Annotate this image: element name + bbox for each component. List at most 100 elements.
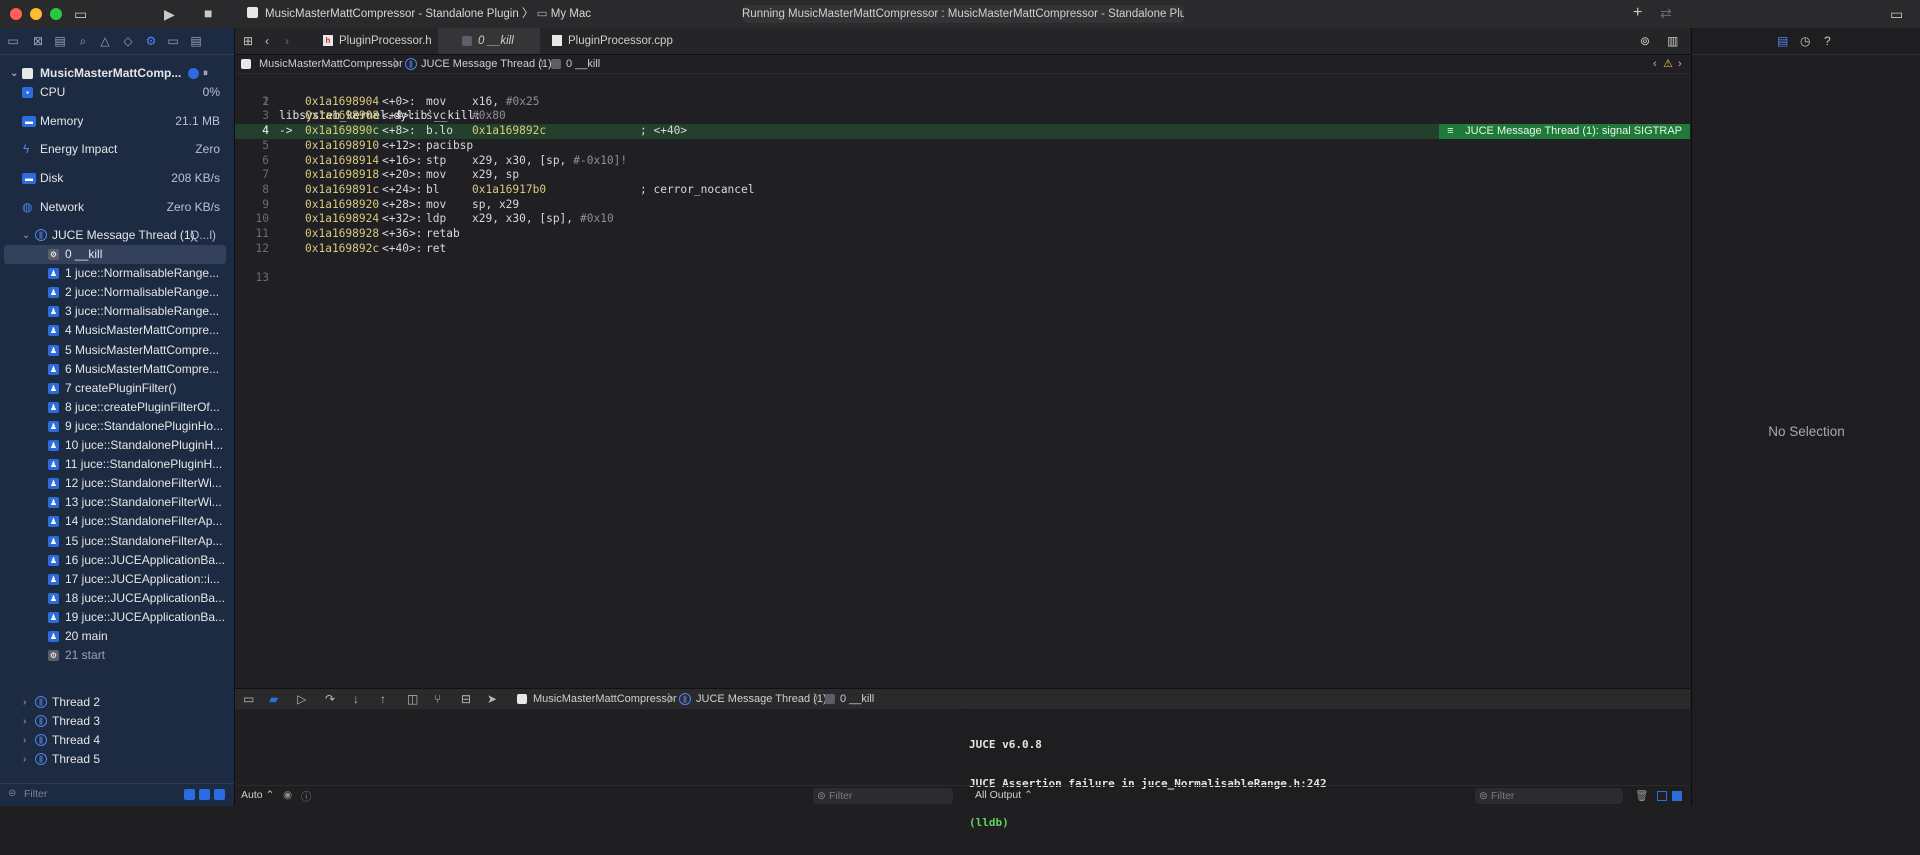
tab-pluginprocessor-cpp[interactable]: PluginProcessor.cpp [540,28,675,54]
debug-navigator-icon[interactable]: ⚙ [144,34,158,48]
frame-row[interactable]: ♟ 8 juce::createPluginFilterOf... [0,398,234,417]
frame-row[interactable]: ⚙ 0 __kill [4,245,226,264]
console-view[interactable]: JUCE v6.0.8 JUCE Assertion failure in ju… [967,709,1690,829]
search-icon[interactable]: ⌕ [76,34,90,48]
filter-option-icon[interactable] [214,789,225,800]
frame-row[interactable]: ♟ 2 juce::NormalisableRange... [0,283,234,302]
memory-graph-icon[interactable]: ⑂ [434,692,441,706]
debug-path-item[interactable]: 0 __kill [840,689,874,709]
frame-row[interactable]: ♟ 14 juce::StandaloneFilterAp... [0,512,234,531]
gauge-energy[interactable]: ϟ Energy Impact Zero [0,140,234,159]
frame-row[interactable]: ♟ 11 juce::StandalonePluginH... [0,455,234,474]
debug-path-item[interactable]: MusicMasterMattCompressor [533,689,677,709]
frame-row[interactable]: ♟ 5 MusicMasterMattCompre... [0,341,234,360]
show-variables-icon[interactable] [1657,791,1667,801]
gauge-disk[interactable]: ▬ Disk 208 KB/s [0,169,234,188]
frame-row[interactable]: ♟ 4 MusicMasterMattCompre... [0,321,234,340]
eye-icon[interactable]: ◉ [283,789,292,801]
chevron-right-icon[interactable]: › [1678,55,1682,73]
frame-row[interactable]: ♟ 13 juce::StandaloneFilterWi... [0,493,234,512]
breakpoints-toggle-icon[interactable]: ▰ [269,692,278,706]
filter-option-icon[interactable] [199,789,210,800]
stop-icon[interactable]: ■ [204,6,212,20]
file-inspector-icon[interactable]: ▤ [1777,34,1788,48]
variables-mode-select[interactable]: Auto ⌃ [241,789,274,801]
frame-row[interactable]: ♟ 3 juce::NormalisableRange... [0,302,234,321]
jump-bar-item[interactable]: JUCE Message Thread (1) [421,55,552,73]
continue-icon[interactable]: ▷ [297,692,306,706]
thread-row[interactable]: › ⫼ Thread 2 [0,693,234,712]
add-icon[interactable]: + [1633,5,1642,21]
history-icon[interactable]: ◷ [1800,34,1810,48]
filter-option-icon[interactable] [184,789,195,800]
frame-row[interactable]: ♟ 1 juce::NormalisableRange... [0,264,234,283]
gauge-network[interactable]: ◍ Network Zero KB/s [0,198,234,217]
report-icon[interactable]: ▤ [189,34,203,48]
frame-row[interactable]: ♟ 10 juce::StandalonePluginH... [0,436,234,455]
step-over-icon[interactable]: ↷ [325,692,335,706]
frame-row[interactable]: ♟ 7 createPluginFilter() [0,379,234,398]
variables-filter-input[interactable]: ⊜ Filter [813,788,953,804]
environment-icon[interactable]: ⊟ [461,692,471,706]
frame-row[interactable]: ♟ 17 juce::JUCEApplication::i... [0,570,234,589]
gauge-memory[interactable]: ▬ Memory 21.1 MB [0,112,234,131]
frame-row[interactable]: ♟ 9 juce::StandalonePluginHo... [0,417,234,436]
breakpoint-icon[interactable]: ▭ [166,34,180,48]
info-icon[interactable]: ⓘ [301,789,312,804]
frame-row[interactable]: ♟ 19 juce::JUCEApplicationBa... [0,608,234,627]
hide-debug-area-icon[interactable]: ▭ [243,692,254,706]
lldb-prompt[interactable]: (lldb) [969,816,1327,829]
frame-row[interactable]: ♟ 12 juce::StandaloneFilterWi... [0,474,234,493]
code-review-icon[interactable]: ⊚ [1640,34,1650,48]
step-out-icon[interactable]: ↑ [380,692,386,706]
jump-bar-item[interactable]: 0 __kill [566,55,600,73]
split-editor-icon[interactable]: ▥ [1667,34,1678,48]
jump-bar-item[interactable]: MusicMasterMattCompressor [259,55,403,73]
activity-status[interactable]: Running MusicMasterMattCompressor : Musi… [742,5,1184,23]
frame-row[interactable]: ♟ 16 juce::JUCEApplicationBa... [0,551,234,570]
thread-row[interactable]: › ⫼ Thread 5 [0,750,234,769]
console-filter-input[interactable]: ⊜ Filter [1475,788,1623,804]
chevron-left-icon[interactable]: ‹ [1653,55,1657,73]
symbol-icon[interactable]: ▤ [53,34,67,48]
tab-pluginprocessor-h[interactable]: h PluginProcessor.h [311,28,432,54]
frame-row[interactable]: ♟ 18 juce::JUCEApplicationBa... [0,589,234,608]
tab-kill[interactable]: 0 __kill [438,28,540,54]
frame-row[interactable]: ♟ 20 main [0,627,234,646]
editor-swap-icon[interactable]: ⇄ [1660,6,1672,20]
source-control-icon[interactable]: ⊠ [31,34,45,48]
navigator-filter-input[interactable]: Filter [24,788,47,800]
warning-icon[interactable]: ⚠ [1663,55,1673,73]
folder-icon[interactable]: ▭ [6,34,20,48]
back-icon[interactable]: ‹ [265,34,269,48]
step-into-icon[interactable]: ↓ [353,692,359,706]
console-output-select[interactable]: All Output ⌃ [975,789,1033,801]
frame-row[interactable]: ♟ 15 juce::StandaloneFilterAp... [0,532,234,551]
variables-view[interactable]: Auto ⌃ ◉ ⓘ ⊜ Filter [235,709,966,806]
issue-icon[interactable]: △ [98,34,112,48]
exception-badge[interactable]: ≡ JUCE Message Thread (1): signal SIGTRAP [1439,124,1690,139]
frame-row[interactable]: ⚙ 21 start [0,646,234,665]
debug-path-item[interactable]: JUCE Message Thread (1) [696,689,827,709]
gauge-cpu[interactable]: ▪ CPU 0% [0,83,234,102]
thread-row[interactable]: › ⫼ Thread 3 [0,712,234,731]
thread-row[interactable]: › ⫼ Thread 4 [0,731,234,750]
zoom-window-button[interactable] [50,8,62,20]
process-row[interactable]: ⌄ MusicMasterMattComp... ⏸ [0,64,234,83]
grid-icon[interactable]: ⊞ [243,34,253,48]
thread-row-main[interactable]: ⌄ ⫼ JUCE Message Thread (1) Q...l) [0,226,234,245]
inspector-toggle-icon[interactable]: ▭ [1890,7,1903,21]
test-icon[interactable]: ◇ [121,34,135,48]
sidebar-toggle-icon[interactable]: ▭ [74,7,87,21]
help-icon[interactable]: ? [1824,34,1831,48]
close-window-button[interactable] [10,8,22,20]
run-icon[interactable]: ▶ [164,7,175,21]
show-console-icon[interactable] [1672,791,1682,801]
scheme-selector[interactable]: MusicMasterMattCompressor - Standalone P… [265,5,591,23]
frame-row[interactable]: ♟ 6 MusicMasterMattCompre... [0,360,234,379]
forward-icon[interactable]: › [285,34,289,48]
location-icon[interactable]: ➤ [487,692,497,706]
trash-icon[interactable]: 🗑 [1635,789,1648,802]
view-hierarchy-icon[interactable]: ◫ [407,692,418,706]
minimize-window-button[interactable] [30,8,42,20]
